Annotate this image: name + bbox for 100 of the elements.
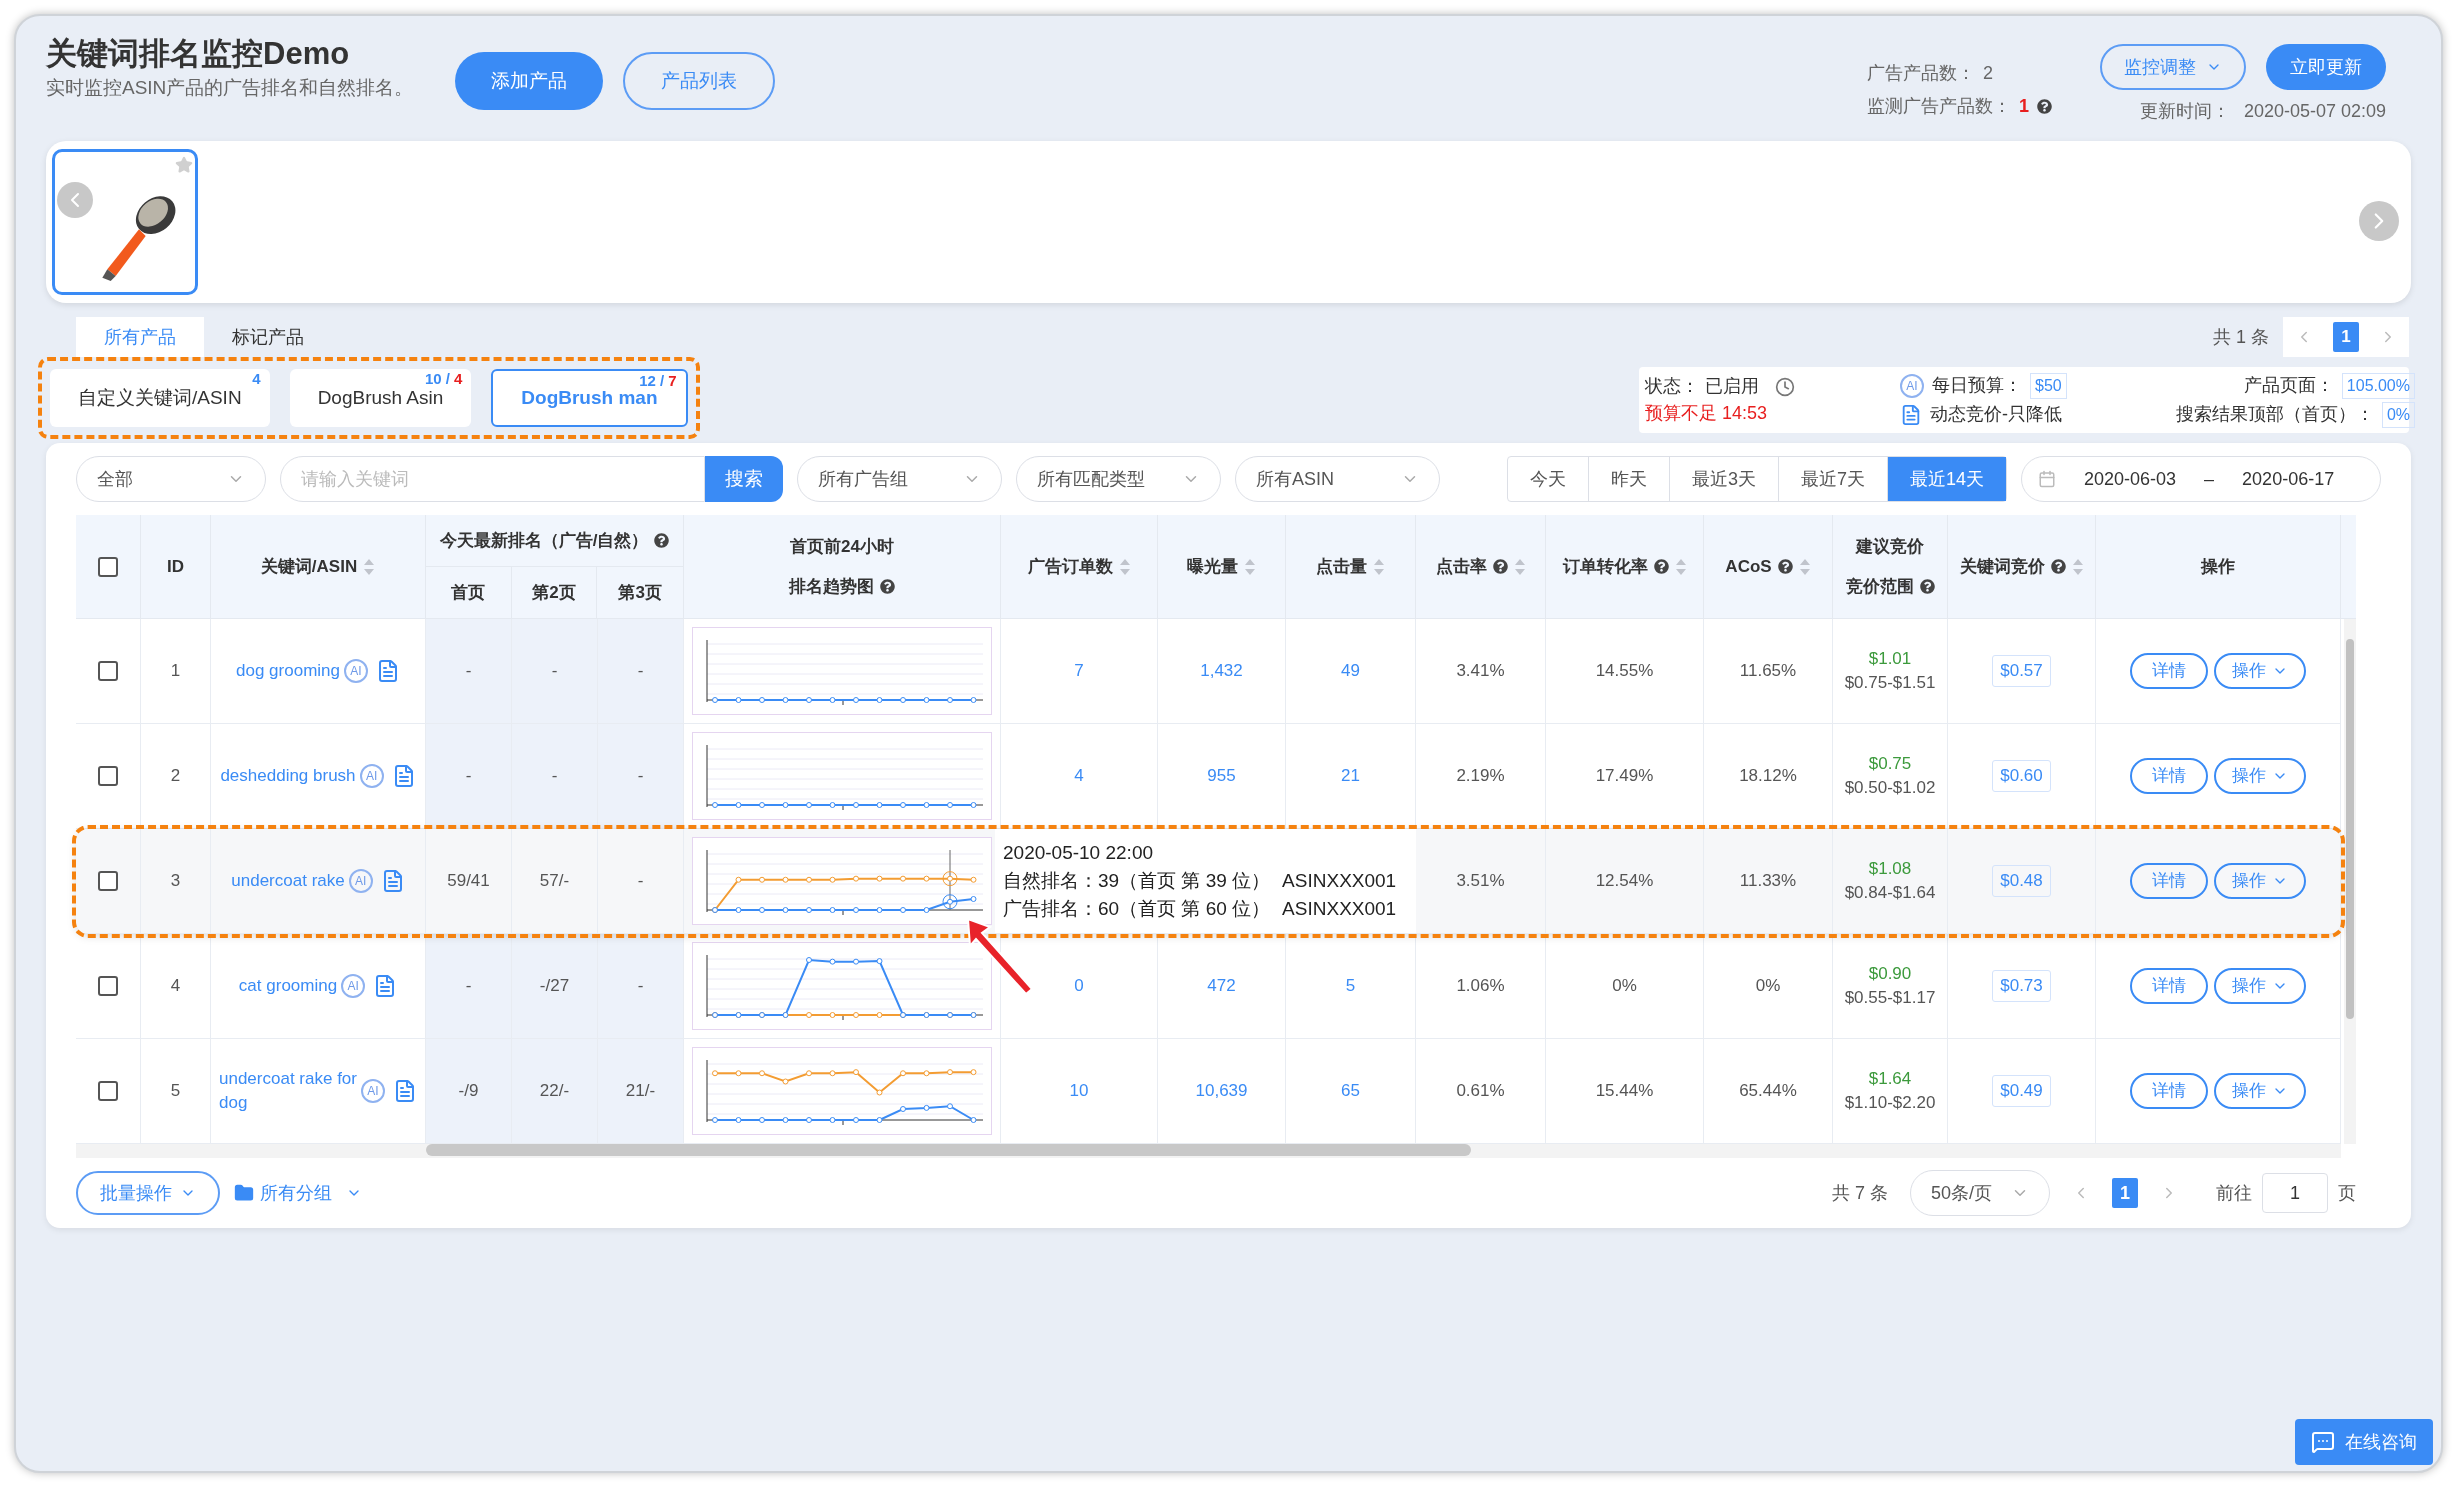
- bid-field[interactable]: $0.49: [1992, 1075, 2051, 1107]
- product-filter-tab[interactable]: 所有产品: [76, 317, 204, 357]
- checkbox[interactable]: [98, 871, 118, 891]
- ai-icon[interactable]: AI: [348, 869, 373, 893]
- date-range-tab[interactable]: 今天: [1507, 457, 1589, 501]
- bid-field[interactable]: $0.48: [1992, 865, 2051, 897]
- group-tab[interactable]: DogBrush Asin 10 / 4: [289, 369, 472, 427]
- keyword-link[interactable]: deshedding brush: [220, 764, 356, 788]
- ai-icon[interactable]: AI: [341, 974, 366, 998]
- goto-page-field[interactable]: 1: [2262, 1173, 2328, 1213]
- product-list-button[interactable]: 产品列表: [623, 52, 776, 110]
- keyword-link[interactable]: undercoat rake: [231, 869, 345, 893]
- add-product-button[interactable]: 添加产品: [455, 52, 604, 110]
- clock-icon[interactable]: [1775, 376, 1795, 397]
- suggested-bid: $0.75: [1868, 753, 1912, 775]
- column-header[interactable]: 关键词/ASIN: [260, 553, 358, 580]
- help-icon[interactable]: [880, 578, 895, 594]
- column-header[interactable]: 曝光量: [1187, 553, 1238, 580]
- budget-value[interactable]: $50: [2030, 372, 2067, 399]
- date-range-tab[interactable]: 最近3天: [1669, 457, 1779, 501]
- column-header[interactable]: 广告订单数: [1027, 553, 1113, 580]
- document-icon[interactable]: [1900, 403, 1922, 426]
- column-header[interactable]: 订单转化率: [1562, 553, 1648, 580]
- horizontal-scrollbar[interactable]: [76, 1144, 2341, 1158]
- ai-icon[interactable]: AI: [361, 1079, 385, 1103]
- monitor-dropdown[interactable]: 监控调整: [2100, 44, 2246, 90]
- column-header[interactable]: ACoS: [1725, 553, 1772, 580]
- checkbox[interactable]: [98, 1081, 118, 1101]
- page-button[interactable]: 1: [2333, 322, 2359, 352]
- details-button[interactable]: 详情: [2130, 1073, 2208, 1109]
- top-of-search-value[interactable]: 0%: [2381, 401, 2415, 428]
- bid-field[interactable]: $0.60: [1992, 760, 2051, 792]
- details-button[interactable]: 详情: [2130, 653, 2208, 689]
- actions-dropdown[interactable]: 操作: [2214, 758, 2306, 794]
- impressions-value[interactable]: 10,639: [1195, 1078, 1248, 1104]
- date-range-tab[interactable]: 最近14天: [1887, 457, 2006, 501]
- ai-icon[interactable]: AI: [344, 659, 368, 683]
- checkbox[interactable]: [98, 766, 118, 786]
- search-button[interactable]: 搜索: [705, 456, 783, 502]
- clicks-value[interactable]: 21: [1341, 763, 1360, 789]
- bid-field[interactable]: $0.57: [1992, 655, 2051, 687]
- column-header: 首页: [451, 581, 486, 604]
- document-icon[interactable]: [393, 1078, 417, 1104]
- page-button[interactable]: 1: [2112, 1178, 2138, 1208]
- help-icon[interactable]: [1919, 578, 1935, 594]
- clicks-value[interactable]: 65: [1341, 1078, 1360, 1104]
- clicks-value[interactable]: 5: [1345, 973, 1356, 999]
- orders-value[interactable]: 7: [1074, 658, 1084, 684]
- keyword-link[interactable]: dog grooming: [236, 659, 340, 683]
- filter-select[interactable]: 所有ASIN: [1235, 456, 1440, 502]
- keyword-link[interactable]: cat grooming: [238, 974, 338, 998]
- details-button[interactable]: 详情: [2130, 863, 2208, 899]
- group-filter-dropdown[interactable]: 所有分组: [234, 1179, 362, 1207]
- help-icon[interactable]: [1492, 559, 1508, 574]
- help-icon[interactable]: [2050, 559, 2066, 574]
- orders-value[interactable]: 10: [1069, 1078, 1089, 1104]
- details-button[interactable]: 详情: [2130, 758, 2208, 794]
- date-range-tab[interactable]: 昨天: [1588, 457, 1670, 501]
- column-header[interactable]: 关键词竞价: [1959, 553, 2045, 580]
- rank-value: -: [637, 660, 644, 683]
- column-header[interactable]: 点击量: [1316, 553, 1367, 580]
- impressions-value[interactable]: 472: [1207, 973, 1236, 999]
- help-icon[interactable]: [2037, 99, 2052, 114]
- group-tab[interactable]: DogBrush man 12 / 7: [491, 369, 688, 427]
- checkbox[interactable]: [98, 556, 118, 577]
- actions-dropdown[interactable]: 操作: [2214, 653, 2306, 689]
- impressions-value[interactable]: 955: [1207, 763, 1236, 789]
- product-thumbnail[interactable]: [52, 149, 198, 295]
- document-icon[interactable]: [376, 658, 400, 684]
- column-header[interactable]: 点击率: [1435, 553, 1487, 580]
- bid-field[interactable]: $0.73: [1992, 970, 2051, 1002]
- page-size-select[interactable]: 50条/页: [1910, 1170, 2050, 1216]
- actions-dropdown[interactable]: 操作: [2214, 863, 2306, 899]
- ai-icon[interactable]: AI: [1900, 373, 1924, 398]
- filter-select[interactable]: 所有广告组: [797, 456, 1002, 502]
- orders-value[interactable]: 4: [1074, 763, 1084, 789]
- group-tab[interactable]: 自定义关键词/ASIN 4: [50, 369, 270, 427]
- keyword-link[interactable]: undercoat rake for dog: [219, 1067, 357, 1115]
- actions-dropdown[interactable]: 操作: [2214, 1073, 2306, 1109]
- update-button[interactable]: 立即更新: [2266, 44, 2386, 90]
- filter-select[interactable]: 所有匹配类型: [1016, 456, 1221, 502]
- status-select[interactable]: 全部: [76, 456, 266, 502]
- star-icon[interactable]: [175, 156, 193, 174]
- checkbox[interactable]: [98, 661, 118, 681]
- clicks-value[interactable]: 49: [1341, 658, 1360, 684]
- chat-button[interactable]: 在线咨询: [2295, 1419, 2433, 1465]
- details-button[interactable]: 详情: [2130, 968, 2208, 1004]
- orders-value[interactable]: 0: [1074, 973, 1084, 999]
- date-range-tab[interactable]: 最近7天: [1778, 457, 1888, 501]
- product-page-value[interactable]: 105.00%: [2341, 372, 2415, 399]
- checkbox[interactable]: [98, 976, 118, 996]
- vertical-scrollbar[interactable]: [2344, 619, 2356, 1144]
- help-icon[interactable]: [1777, 559, 1793, 574]
- help-icon[interactable]: [654, 532, 670, 548]
- product-filter-tab[interactable]: 标记产品: [204, 317, 332, 357]
- actions-dropdown[interactable]: 操作: [2214, 968, 2306, 1004]
- batch-actions-dropdown[interactable]: 批量操作: [76, 1171, 220, 1215]
- impressions-value[interactable]: 1,432: [1200, 658, 1243, 684]
- help-icon[interactable]: [1653, 559, 1669, 574]
- ai-icon[interactable]: AI: [359, 764, 384, 788]
